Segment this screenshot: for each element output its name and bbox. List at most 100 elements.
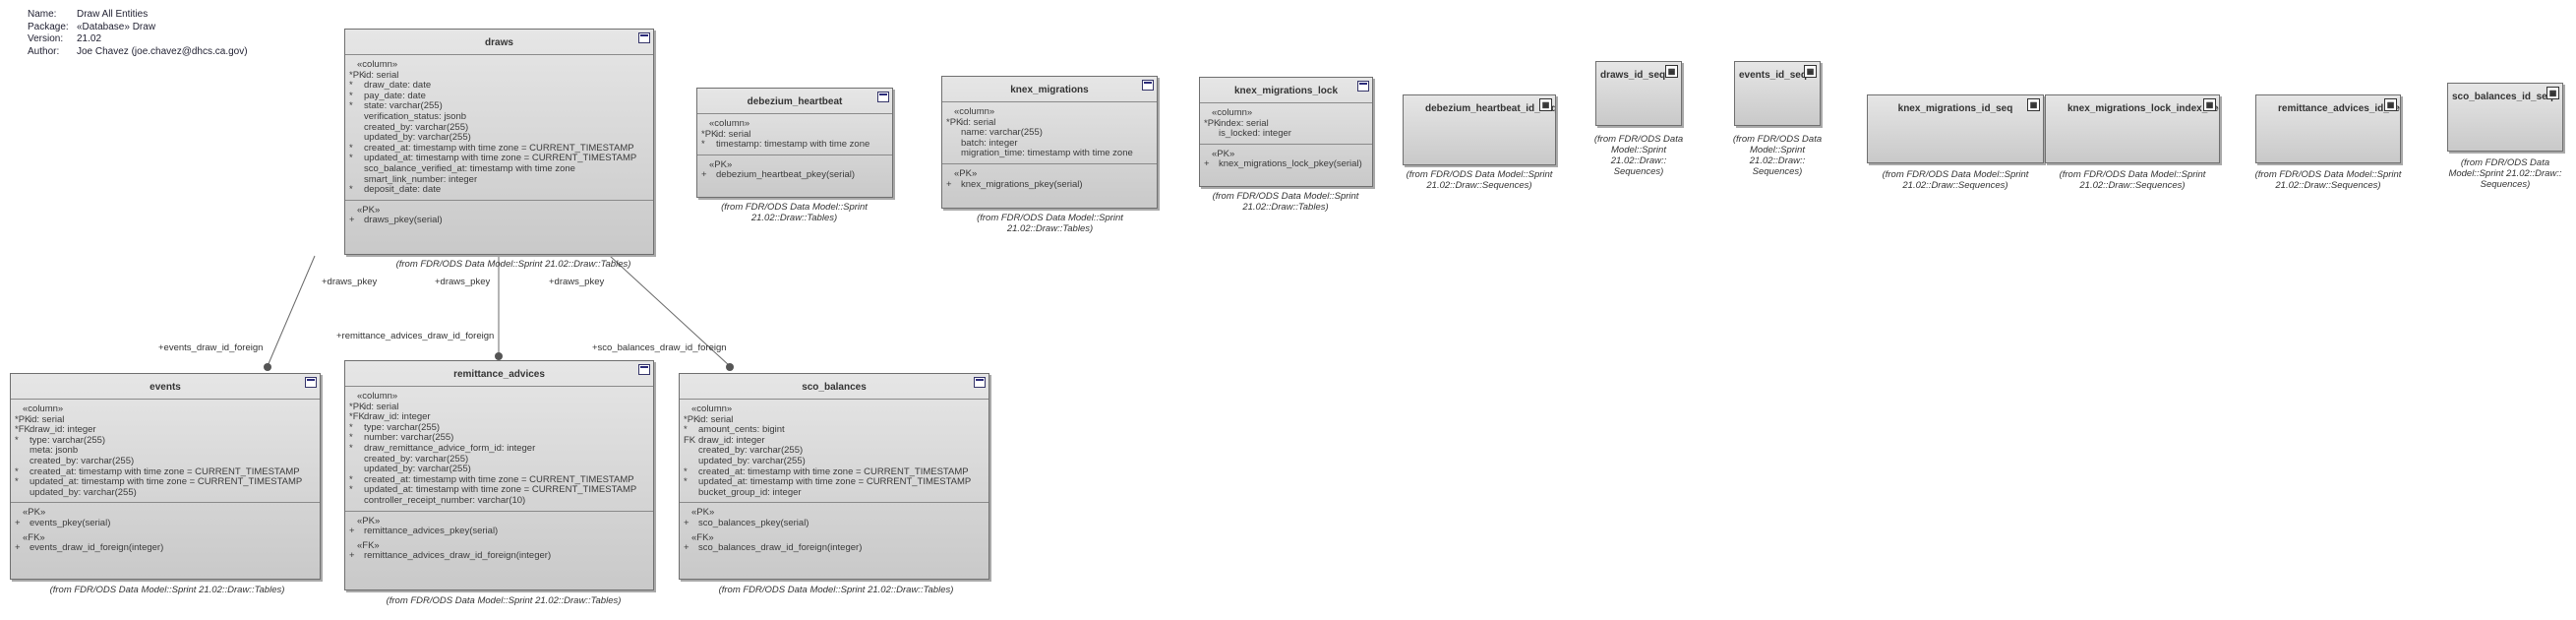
column-definition: debezium_heartbeat_pkey(serial) (716, 169, 855, 181)
sequence-title: debezium_heartbeat_id_seq (1425, 103, 1556, 114)
entity-debezium-heartbeat[interactable]: debezium_heartbeat «column» *PK id: serial… (696, 88, 893, 198)
entity-sco-balances[interactable]: sco_balances «column» *PK id: serial * amoun… (679, 373, 989, 580)
relationship-label-target: +sco_balances_draw_id_foreign (592, 342, 727, 353)
pk-section: «PK» + knex_migrations_pkey(serial) (942, 164, 1157, 194)
column-marker: + (349, 215, 355, 226)
fk-section: «FK» + sco_balances_draw_id_foreign(intege… (680, 532, 988, 558)
column-row[interactable]: migration_time: timestamp with time zone (946, 149, 1153, 159)
column-definition: sco_balances_draw_id_foreign(integer) (698, 542, 863, 554)
column-marker: + (15, 542, 21, 554)
column-row[interactable]: sco_balance_verified_at: timestamp with … (349, 162, 649, 175)
column-marker: + (349, 550, 355, 562)
column-section: «column» *PK id: serial * amount_cents: bigi… (680, 400, 988, 502)
column-definition: bucket_group_id: integer (698, 486, 802, 498)
column-definition: deposit_date: date (364, 184, 442, 196)
column-row[interactable]: + sco_balances_draw_id_foreign(integer) (684, 543, 985, 554)
column-row[interactable]: * deposit_date: date (349, 185, 649, 196)
connector-draws-events[interactable] (267, 255, 316, 367)
entity-draws[interactable]: draws «column» *PK id: serial * draw_date: d… (344, 29, 654, 255)
entity-knex-migrations-lock[interactable]: knex_migrations_lock «column» *PK index: s… (1199, 77, 1373, 187)
column-row[interactable]: + events_draw_id_foreign(integer) (15, 543, 316, 554)
column-marker (684, 446, 698, 457)
column-definition: draw_remittance_advice_form_id: integer (364, 442, 536, 454)
column-definition: remittance_advices_pkey(serial) (364, 526, 499, 537)
sequence-sco-balances-id-seq[interactable]: ▦ sco_balances_id_seq (2447, 83, 2563, 152)
table-icon (974, 377, 986, 388)
sequence-icon: ▦ (2384, 98, 2397, 111)
relationship-label-source: +draws_pkey (435, 277, 491, 287)
sequence-knex-migrations-lock-index-seq[interactable]: ▦ knex_migrations_lock_index_seq (2045, 94, 2220, 163)
connector-end-remittance-advices (495, 352, 503, 360)
pk-section: «PK» + events_pkey(serial) (11, 503, 320, 532)
section-stereotype: «column» (691, 403, 733, 414)
column-row[interactable]: updated_by: varchar(255) (684, 456, 985, 467)
column-row[interactable]: + draws_pkey(serial) (349, 216, 649, 226)
column-row[interactable]: * draw_remittance_advice_form_id: integer (349, 442, 649, 455)
column-section: «column» *PK index: serial is_locked: integ… (1200, 103, 1372, 144)
column-definition: draws_pkey(serial) (364, 215, 443, 226)
column-marker: + (701, 169, 707, 181)
column-marker: * (684, 476, 688, 488)
entity-title: debezium_heartbeat (747, 96, 843, 107)
column-marker (946, 139, 961, 150)
column-marker: * (15, 434, 19, 446)
column-row[interactable]: + remittance_advices_draw_id_foreign(inte… (349, 551, 649, 562)
column-row[interactable]: + events_pkey(serial) (15, 517, 316, 529)
column-definition: controller_receipt_number: varchar(10) (364, 494, 526, 506)
sequence-origin-note: (from FDR/ODS Data Model::Sprint 21.02::… (1732, 134, 1823, 177)
entity-origin-note: (from FDR/ODS Data Model::Sprint 21.02::… (718, 585, 954, 595)
column-definition: created_by: varchar(255) (30, 455, 135, 466)
column-row[interactable]: + knex_migrations_pkey(serial) (946, 178, 1153, 191)
column-marker: * (15, 476, 19, 488)
column-marker (1204, 129, 1219, 140)
section-stereotype: «PK» (954, 167, 978, 179)
sequence-origin-note: (from FDR/ODS Data Model::Sprint 21.02::… (2254, 169, 2402, 191)
sequence-icon: ▦ (1539, 98, 1552, 111)
pk-section: «PK» + remittance_advices_pkey(serial) (345, 512, 653, 541)
entity-knex-migrations[interactable]: knex_migrations «column» *PK id: serial nam… (941, 76, 1158, 209)
sequence-title: knex_migrations_id_seq (1897, 103, 2013, 114)
column-row[interactable]: updated_by: varchar(255) (15, 487, 316, 499)
column-marker: + (349, 526, 355, 537)
sequence-icon: ▦ (2027, 98, 2040, 111)
column-marker (684, 488, 698, 499)
column-row[interactable]: + debezium_heartbeat_pkey(serial) (701, 170, 888, 181)
relationship-label-target: +remittance_advices_draw_id_foreign (336, 331, 495, 341)
column-row[interactable]: * timestamp: timestamp with time zone (701, 140, 888, 151)
entity-events[interactable]: events «column» *PK id: serial *FK draw_id: … (10, 373, 321, 580)
sequence-events-id-seq[interactable]: ▦ events_id_seq (1734, 61, 1821, 126)
column-row[interactable]: verification_status: jsonb (349, 111, 649, 123)
column-row[interactable]: + remittance_advices_pkey(serial) (349, 527, 649, 537)
column-definition: events_draw_id_foreign(integer) (30, 542, 164, 554)
column-row[interactable]: is_locked: integer (1204, 129, 1368, 140)
column-row[interactable]: + knex_migrations_lock_pkey(serial) (1204, 159, 1368, 170)
column-row[interactable]: created_by: varchar(255) (15, 455, 316, 467)
sequence-knex-migrations-id-seq[interactable]: ▦ knex_migrations_id_seq (1867, 94, 2044, 163)
column-marker (15, 488, 30, 499)
entity-origin-note: (from FDR/ODS Data Model::Sprint 21.02::… (721, 202, 868, 223)
column-section: «column» *PK id: serial * timestamp: timesta… (697, 114, 892, 155)
sequence-draws-id-seq[interactable]: ▦ draws_id_seq (1595, 61, 1682, 126)
column-definition: knex_migrations_pkey(serial) (961, 178, 1083, 190)
column-row[interactable]: bucket_group_id: integer (684, 486, 985, 499)
table-icon (638, 364, 650, 375)
column-definition: sco_balance_verified_at: timestamp with … (364, 162, 575, 174)
entity-remittance-advices[interactable]: remittance_advices «column» *PK id: serial… (344, 360, 654, 590)
column-section: «column» *PK id: serial *FK draw_id: integer… (11, 400, 320, 502)
column-row[interactable]: + sco_balances_pkey(serial) (684, 518, 985, 529)
entity-title: sco_balances (802, 382, 867, 393)
sequence-remittance-advices-id-seq[interactable]: ▦ remittance_advices_id_seq (2255, 94, 2401, 163)
entity-title: events (150, 382, 181, 393)
sequence-debezium-heartbeat-id-seq[interactable]: ▦ debezium_heartbeat_id_seq (1403, 94, 1556, 165)
column-marker (349, 164, 364, 175)
section-stereotype: «column» (23, 403, 64, 414)
column-row[interactable]: controller_receipt_number: varchar(10) (349, 494, 649, 507)
entity-origin-note: (from FDR/ODS Data Model::Sprint 21.02::… (49, 585, 285, 595)
sequence-origin-note: (from FDR/ODS Data Model::Sprint 21.02::… (2059, 169, 2206, 191)
relationship-label-source: +draws_pkey (322, 277, 378, 287)
column-definition: events_pkey(serial) (30, 517, 111, 528)
sequence-icon: ▦ (2546, 87, 2559, 99)
pk-section: «PK» + sco_balances_pkey(serial) (680, 503, 988, 532)
column-marker (15, 446, 30, 457)
relationship-label-target: +events_draw_id_foreign (158, 342, 264, 353)
